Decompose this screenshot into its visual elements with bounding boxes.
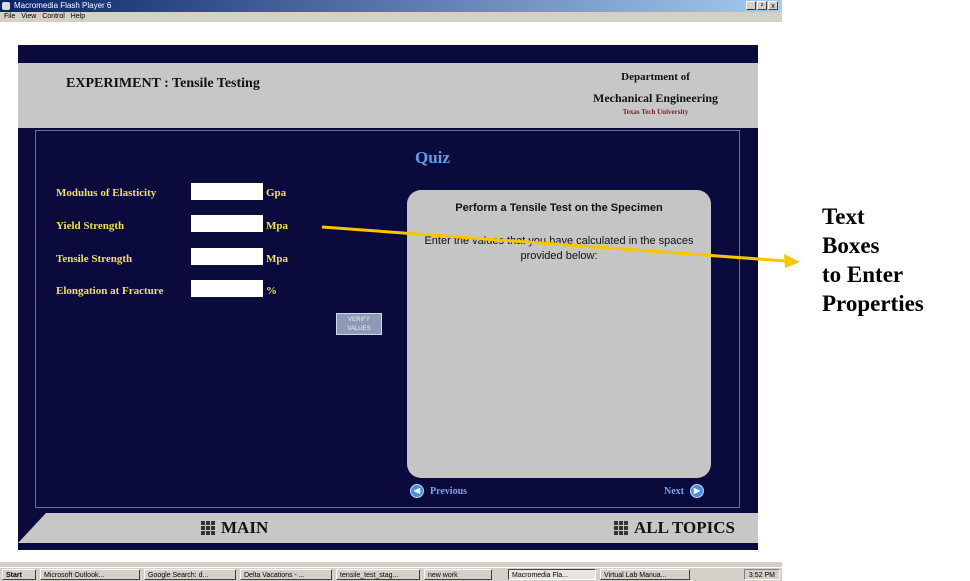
next-button[interactable]: Next ▶	[664, 484, 704, 498]
modulus-input[interactable]	[191, 183, 263, 200]
window-title: Macromedia Flash Player 6	[14, 1, 112, 10]
experiment-title: EXPERIMENT : Tensile Testing	[66, 76, 260, 91]
dept-line-3: Texas Tech University	[622, 108, 689, 116]
minimize-button[interactable]: _	[746, 1, 756, 10]
label-tensile: Tensile Strength	[56, 253, 133, 265]
verify-values-button[interactable]: VERIFY VALUES	[336, 313, 382, 335]
taskbar-item[interactable]: tensile_test_stag...	[336, 569, 420, 580]
taskbar-item[interactable]: Delta Vacations - ...	[240, 569, 332, 580]
main-label: MAIN	[221, 518, 269, 537]
yield-strength-input[interactable]	[191, 215, 263, 232]
annotation-line: to Enter	[822, 262, 904, 287]
quiz-title: Quiz	[415, 148, 450, 167]
annotation-line: Properties	[822, 291, 924, 316]
panel-body: Enter the values that you have calculate…	[424, 235, 694, 262]
dept-line-2: Mechanical Engineering	[593, 91, 718, 105]
flash-app-icon	[2, 2, 10, 10]
next-label: Next	[664, 485, 684, 497]
maximize-button[interactable]: ²	[757, 1, 767, 10]
menu-view[interactable]: View	[21, 13, 36, 20]
header-bar: EXPERIMENT : Tensile Testing Department …	[18, 63, 758, 128]
unit-yield: Mpa	[266, 220, 288, 232]
grid-icon	[201, 521, 215, 535]
annotation-line: Boxes	[822, 233, 880, 258]
main-button[interactable]: MAIN	[201, 518, 268, 538]
label-modulus: Modulus of Elasticity	[56, 187, 157, 199]
arrow-left-icon: ◀	[410, 484, 424, 498]
annotation-line: Text	[822, 204, 865, 229]
all-topics-button[interactable]: ALL TOPICS	[614, 518, 735, 538]
previous-label: Previous	[430, 485, 468, 497]
dept-line-1: Department of	[621, 71, 690, 83]
title-bar: Macromedia Flash Player 6 _ ² x	[0, 0, 782, 12]
menu-control[interactable]: Control	[42, 13, 65, 20]
grid-icon	[614, 521, 628, 535]
windows-taskbar: Start Microsoft Outlook... Google Search…	[0, 567, 782, 581]
taskbar-item[interactable]: Google Search: d...	[144, 569, 236, 580]
all-topics-label: ALL TOPICS	[634, 518, 735, 537]
start-button[interactable]: Start	[2, 569, 36, 580]
close-button[interactable]: x	[768, 1, 778, 10]
department-logo: Department of Mechanical Engineering Tex…	[593, 71, 718, 116]
menu-bar: File View Control Help	[0, 12, 782, 22]
tensile-strength-input[interactable]	[191, 248, 263, 265]
elongation-input[interactable]	[191, 280, 263, 297]
unit-tensile: Mpa	[266, 253, 288, 265]
previous-button[interactable]: ◀ Previous	[410, 484, 467, 498]
panel-heading: Perform a Tensile Test on the Specimen	[455, 202, 663, 214]
system-clock: 3:52 PM	[743, 569, 780, 580]
taskbar-item[interactable]: Virtual Lab Manua...	[600, 569, 690, 580]
bottom-nav-bar: MAIN ALL TOPICS	[18, 513, 758, 543]
menu-file[interactable]: File	[4, 13, 15, 20]
label-elongation: Elongation at Fracture	[56, 285, 164, 297]
unit-modulus: Gpa	[266, 187, 287, 199]
instruction-panel: Perform a Tensile Test on the Specimen E…	[407, 190, 711, 478]
annotation-label: Text Boxes to Enter Properties	[822, 202, 924, 318]
unit-elongation: %	[266, 285, 277, 297]
taskbar-item[interactable]: Microsoft Outlook...	[40, 569, 140, 580]
taskbar-item[interactable]: new work	[424, 569, 492, 580]
menu-help[interactable]: Help	[71, 13, 85, 20]
taskbar-item-active[interactable]: Macromedia Fla...	[508, 569, 596, 580]
arrow-right-icon: ▶	[690, 484, 704, 498]
flash-player-window: Macromedia Flash Player 6 _ ² x File Vie…	[0, 0, 782, 581]
label-yield: Yield Strength	[56, 220, 125, 232]
